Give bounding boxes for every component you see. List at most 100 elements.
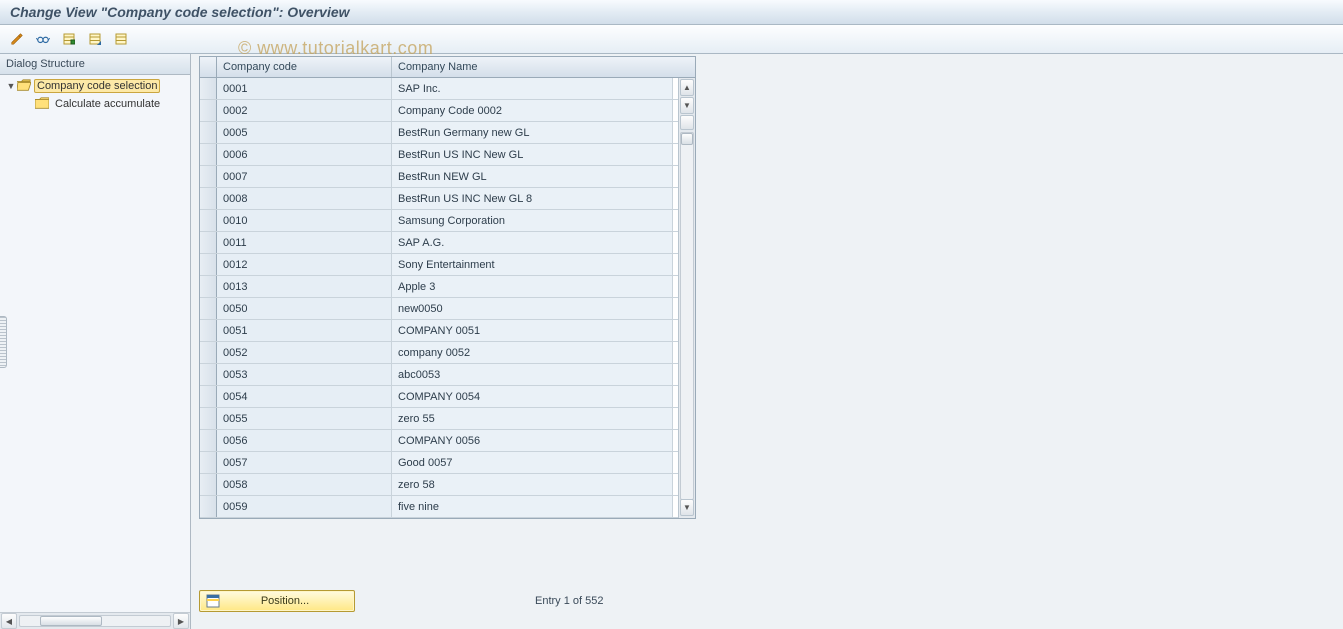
cell-company-code[interactable]: 0005: [217, 122, 392, 143]
cell-company-name[interactable]: BestRun Germany new GL: [392, 122, 673, 143]
table-row[interactable]: 0013Apple 3: [200, 276, 678, 298]
cell-company-name[interactable]: Apple 3: [392, 276, 673, 297]
row-selector[interactable]: [200, 78, 217, 99]
splitter-handle[interactable]: [0, 316, 7, 368]
cell-company-name[interactable]: new0050: [392, 298, 673, 319]
scroll-left-button[interactable]: ◀: [1, 613, 17, 629]
cell-company-code[interactable]: 0051: [217, 320, 392, 341]
cell-company-code[interactable]: 0002: [217, 100, 392, 121]
scroll-vtrack[interactable]: [680, 132, 694, 500]
table-row[interactable]: 0007BestRun NEW GL: [200, 166, 678, 188]
scroll-track[interactable]: [19, 615, 171, 627]
row-selector[interactable]: [200, 298, 217, 319]
cell-company-code[interactable]: 0059: [217, 496, 392, 517]
cell-company-code[interactable]: 0006: [217, 144, 392, 165]
table-row[interactable]: 0012Sony Entertainment: [200, 254, 678, 276]
cell-company-name[interactable]: Company Code 0002: [392, 100, 673, 121]
scroll-marker[interactable]: [680, 115, 694, 130]
grid-header-selector[interactable]: [200, 57, 217, 77]
table-row[interactable]: 0054COMPANY 0054: [200, 386, 678, 408]
cell-company-code[interactable]: 0013: [217, 276, 392, 297]
row-selector[interactable]: [200, 364, 217, 385]
table-row[interactable]: 0001SAP Inc.: [200, 78, 678, 100]
cell-company-code[interactable]: 0010: [217, 210, 392, 231]
cell-company-code[interactable]: 0008: [217, 188, 392, 209]
cell-company-name[interactable]: Sony Entertainment: [392, 254, 673, 275]
row-selector[interactable]: [200, 210, 217, 231]
table-row[interactable]: 0011SAP A.G.: [200, 232, 678, 254]
change-display-button[interactable]: [6, 28, 28, 50]
table-row[interactable]: 0058zero 58: [200, 474, 678, 496]
row-selector[interactable]: [200, 320, 217, 341]
tree-toggle-icon[interactable]: ▼: [6, 81, 16, 91]
row-selector[interactable]: [200, 496, 217, 517]
row-selector[interactable]: [200, 122, 217, 143]
cell-company-name[interactable]: COMPANY 0051: [392, 320, 673, 341]
row-selector[interactable]: [200, 232, 217, 253]
cell-company-name[interactable]: company 0052: [392, 342, 673, 363]
row-selector[interactable]: [200, 386, 217, 407]
cell-company-name[interactable]: Good 0057: [392, 452, 673, 473]
cell-company-name[interactable]: five nine: [392, 496, 673, 517]
cell-company-code[interactable]: 0011: [217, 232, 392, 253]
cell-company-name[interactable]: COMPANY 0054: [392, 386, 673, 407]
position-button[interactable]: Position...: [199, 590, 355, 612]
table-row[interactable]: 0002Company Code 0002: [200, 100, 678, 122]
scroll-right-button[interactable]: ▶: [173, 613, 189, 629]
table-row[interactable]: 0050new0050: [200, 298, 678, 320]
sidebar-horizontal-scrollbar[interactable]: ◀ ▶: [0, 612, 190, 629]
table-row[interactable]: 0052company 0052: [200, 342, 678, 364]
tree-item[interactable]: ▼Company code selection: [0, 77, 190, 95]
row-selector[interactable]: [200, 452, 217, 473]
table-row[interactable]: 0010Samsung Corporation: [200, 210, 678, 232]
row-selector[interactable]: [200, 474, 217, 495]
cell-company-code[interactable]: 0058: [217, 474, 392, 495]
table-row[interactable]: 0059five nine: [200, 496, 678, 518]
cell-company-name[interactable]: abc0053: [392, 364, 673, 385]
row-selector[interactable]: [200, 166, 217, 187]
cell-company-name[interactable]: Samsung Corporation: [392, 210, 673, 231]
table-row[interactable]: 0006BestRun US INC New GL: [200, 144, 678, 166]
column-company-code[interactable]: Company code: [217, 57, 392, 77]
deselect-all-button[interactable]: [110, 28, 132, 50]
tree-item[interactable]: Calculate accumulate: [0, 95, 190, 113]
cell-company-code[interactable]: 0012: [217, 254, 392, 275]
row-selector[interactable]: [200, 100, 217, 121]
row-selector[interactable]: [200, 276, 217, 297]
cell-company-code[interactable]: 0055: [217, 408, 392, 429]
scroll-vthumb[interactable]: [681, 133, 693, 145]
row-selector[interactable]: [200, 188, 217, 209]
scroll-thumb[interactable]: [40, 616, 102, 626]
scroll-line-up-button[interactable]: ▲: [680, 79, 694, 96]
cell-company-code[interactable]: 0052: [217, 342, 392, 363]
cell-company-code[interactable]: 0054: [217, 386, 392, 407]
scroll-page-up-button[interactable]: ▼: [680, 97, 694, 114]
cell-company-code[interactable]: 0050: [217, 298, 392, 319]
cell-company-name[interactable]: SAP Inc.: [392, 78, 673, 99]
scroll-line-down-button[interactable]: ▼: [680, 499, 694, 516]
cell-company-name[interactable]: BestRun US INC New GL: [392, 144, 673, 165]
other-view-button[interactable]: [32, 28, 54, 50]
row-selector[interactable]: [200, 254, 217, 275]
table-row[interactable]: 0053abc0053: [200, 364, 678, 386]
cell-company-name[interactable]: COMPANY 0056: [392, 430, 673, 451]
cell-company-name[interactable]: zero 58: [392, 474, 673, 495]
table-row[interactable]: 0005BestRun Germany new GL: [200, 122, 678, 144]
cell-company-name[interactable]: zero 55: [392, 408, 673, 429]
table-row[interactable]: 0056COMPANY 0056: [200, 430, 678, 452]
row-selector[interactable]: [200, 144, 217, 165]
table-row[interactable]: 0051COMPANY 0051: [200, 320, 678, 342]
cell-company-code[interactable]: 0007: [217, 166, 392, 187]
table-row[interactable]: 0055zero 55: [200, 408, 678, 430]
row-selector[interactable]: [200, 430, 217, 451]
cell-company-name[interactable]: SAP A.G.: [392, 232, 673, 253]
grid-vertical-scrollbar[interactable]: ▲ ▼ ▼: [678, 78, 695, 518]
table-row[interactable]: 0008BestRun US INC New GL 8: [200, 188, 678, 210]
cell-company-code[interactable]: 0053: [217, 364, 392, 385]
delimit-button[interactable]: [58, 28, 80, 50]
table-row[interactable]: 0057Good 0057: [200, 452, 678, 474]
cell-company-code[interactable]: 0057: [217, 452, 392, 473]
column-company-name[interactable]: Company Name: [392, 57, 672, 77]
row-selector[interactable]: [200, 408, 217, 429]
cell-company-code[interactable]: 0056: [217, 430, 392, 451]
